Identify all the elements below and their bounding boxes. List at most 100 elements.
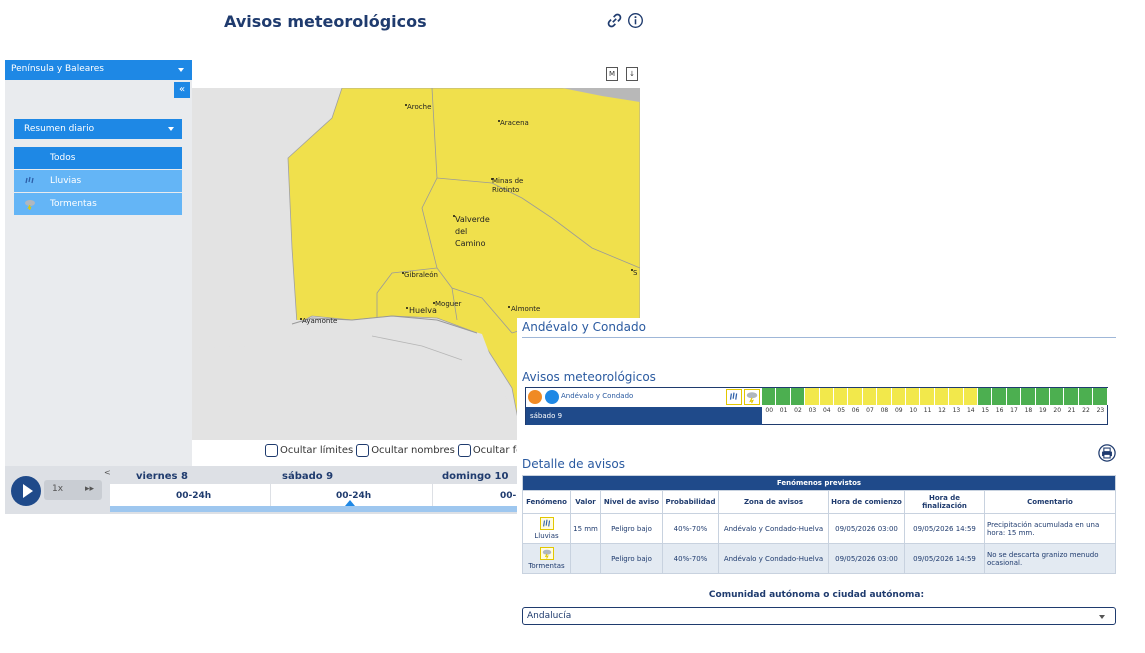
table-row: Lluvias 15 mm Peligro bajo 40%-70% Andév… — [522, 513, 1116, 544]
region-selector-label: Comunidad autónoma o ciudad autónoma: — [708, 590, 925, 600]
fast-forward-icon[interactable]: ▸▸ — [85, 484, 94, 494]
level-cell: Peligro bajo — [600, 513, 663, 544]
filter-item-label: Todos — [50, 153, 76, 163]
hours-grid: 00 01 02 03 04 05 06 07 08 09 10 11 12 13 14 15 16 17 18 19… — [762, 388, 1108, 424]
table-row: Tormentas Peligro bajo 40%-70% Andévalo … — [522, 543, 1116, 574]
hour-cell-13 — [949, 388, 964, 405]
rain-icon — [25, 176, 34, 184]
region-select[interactable]: Península y Baleares — [5, 60, 192, 80]
level-cell: Peligro bajo — [600, 543, 663, 574]
column-header: Hora de comienzo — [828, 490, 905, 514]
zone-title: Andévalo y Condado — [522, 320, 646, 334]
town-label: Valverde del Camino — [455, 215, 490, 248]
detail-section-title: Detalle de avisos — [522, 457, 625, 471]
hour-cell-00 — [762, 388, 777, 405]
filter-item-label: Tormentas — [50, 199, 97, 209]
column-header: Nivel de aviso — [600, 490, 663, 514]
autonomous-community-value: Andalucía — [527, 611, 572, 621]
hour-label: 01 — [779, 407, 788, 414]
timeline-marker-icon[interactable] — [345, 500, 355, 506]
link-icon[interactable] — [606, 12, 623, 29]
column-header: Zona de avisos — [718, 490, 829, 514]
hour-cell-12 — [934, 388, 950, 405]
town-label: Huelva — [409, 306, 437, 315]
rain-icon — [726, 389, 742, 405]
timeline-range[interactable]: 00-2 — [500, 491, 517, 501]
strip-phenomenon-icons — [726, 389, 760, 405]
rss-icon[interactable] — [545, 390, 559, 404]
play-button[interactable] — [11, 476, 41, 506]
hide-names-checkbox[interactable] — [356, 444, 370, 457]
timeline-scrubber[interactable] — [110, 506, 517, 512]
timeline-day[interactable]: sábado 9 — [282, 471, 333, 482]
filter-item-lluvias[interactable]: Lluvias — [14, 170, 182, 192]
hour-label: 18 — [1024, 407, 1033, 414]
speed-control[interactable]: 1x ▸▸ — [44, 480, 102, 500]
filter-item-tormentas[interactable]: Tormentas — [14, 193, 182, 215]
comment-cell: Precipitación acumulada en una hora: 15 … — [984, 513, 1116, 544]
chevron-down-icon — [178, 68, 184, 72]
detail-panel: Andévalo y Condado Avisos meteorológicos… — [517, 318, 1145, 653]
hour-cell-19 — [1035, 388, 1050, 405]
strip-zone-link[interactable]: Andévalo y Condado — [561, 392, 633, 400]
timeline-range[interactable]: 00-24h — [176, 491, 211, 501]
timeline-separator — [270, 484, 271, 506]
collapse-panel-button[interactable]: « — [174, 82, 190, 98]
mode-select[interactable]: Resumen diario — [14, 119, 182, 139]
comment-cell: No se descarta granizo menudo ocasional. — [984, 543, 1116, 574]
hour-cell-08 — [877, 388, 892, 405]
print-icon[interactable] — [1098, 444, 1116, 462]
phenomenon-name: Tormentas — [528, 562, 565, 570]
value-cell — [570, 543, 601, 574]
zone-cell: Andévalo y Condado-Huelva — [718, 543, 829, 574]
hour-cell-01 — [776, 388, 791, 405]
page-title: Avisos meteorológicos — [224, 12, 427, 31]
hide-names-option[interactable]: Ocultar nombres — [356, 444, 455, 457]
timeline-day[interactable]: domingo 10 — [442, 471, 508, 482]
column-header: Valor — [570, 490, 601, 514]
hour-label: 08 — [880, 407, 889, 414]
probability-cell: 40%-70% — [662, 543, 719, 574]
rss-icon[interactable] — [528, 390, 542, 404]
hour-label: 17 — [1010, 407, 1018, 414]
info-icon[interactable] — [627, 12, 644, 29]
hour-cell-02 — [790, 388, 806, 405]
hour-label: 16 — [995, 407, 1004, 414]
timeline-separator — [432, 484, 433, 506]
hour-cell-10 — [906, 388, 921, 405]
hour-label: 10 — [909, 407, 918, 414]
town-dot — [508, 306, 510, 308]
filter-item-label: Lluvias — [50, 176, 82, 186]
hour-cell-17 — [1006, 388, 1022, 405]
autonomous-community-select[interactable]: Andalucía — [522, 607, 1116, 625]
page: Avisos meteorológicos Península y Balear… — [0, 0, 1145, 653]
hour-label: 23 — [1096, 407, 1105, 414]
hourly-warning-strip: Andévalo y Condado sábado 9 00 01 02 03 04 05… — [525, 387, 1108, 425]
hour-label: 04 — [822, 407, 831, 414]
zone-cell: Andévalo y Condado-Huelva — [718, 513, 829, 544]
hour-cell-16 — [992, 388, 1007, 405]
town-label: S — [633, 269, 638, 277]
filter-item-todos[interactable]: Todos — [14, 147, 182, 169]
town-label: Minas de Riotinto — [492, 177, 524, 194]
download-icon[interactable]: ↓ — [626, 67, 638, 81]
storm-icon — [539, 547, 554, 560]
start-time-cell: 09/05/2026 03:00 — [828, 513, 905, 544]
hour-cell-18 — [1021, 388, 1036, 405]
speed-value: 1x — [52, 484, 64, 494]
hour-cell-03 — [805, 388, 820, 405]
phenomenon-name: Lluvias — [534, 532, 559, 540]
warnings-table: Fenómenos previstos Fenómeno Valor Nivel… — [522, 475, 1116, 574]
hide-borders-option[interactable]: Ocultar límites — [265, 444, 353, 457]
timeline-day[interactable]: viernes 8 — [136, 471, 188, 482]
column-header: Fenómeno — [522, 490, 571, 514]
hide-background-checkbox[interactable] — [457, 444, 471, 457]
hour-label: 09 — [894, 407, 903, 414]
hide-borders-checkbox[interactable] — [265, 444, 278, 457]
phenomenon-filter-list: Todos Lluvias Tormentas — [14, 147, 182, 216]
print-map-icon[interactable]: M — [606, 67, 618, 81]
hour-label: 19 — [1038, 407, 1047, 414]
timeline-ranges: 00-24h 00-24h 00-2 — [110, 484, 517, 506]
hour-cell-07 — [862, 388, 878, 405]
strip-day: sábado 9 — [526, 407, 762, 425]
